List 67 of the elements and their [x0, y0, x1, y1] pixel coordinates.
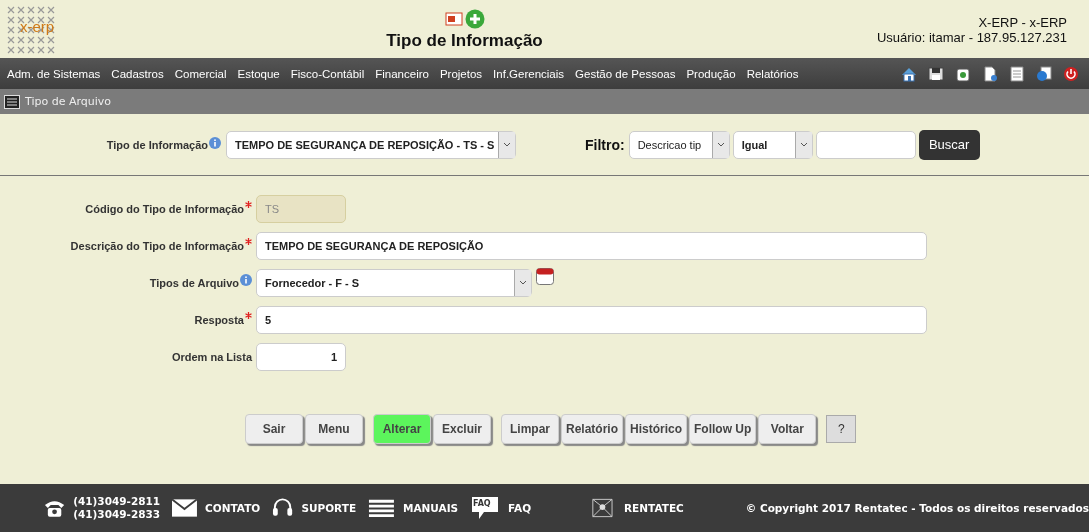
calendar-icon[interactable]	[536, 267, 554, 285]
help-button[interactable]: ?	[826, 415, 857, 443]
chevron-icon	[503, 141, 511, 148]
chevron-icon	[716, 141, 725, 148]
action-button[interactable]: Alterar	[373, 414, 431, 444]
menu-item[interactable]: Produção	[686, 67, 736, 80]
field-label: Tipo de Informação	[106, 138, 208, 151]
breadcrumb-title: Tipo de Arquivo	[25, 95, 111, 108]
menu-item[interactable]: Adm. de Sistemas	[7, 67, 101, 80]
action-button[interactable]: Menu	[305, 414, 363, 444]
info-icon	[209, 137, 221, 149]
film-icon	[4, 94, 20, 109]
action-button[interactable]: Voltar	[758, 414, 817, 444]
chevron-icon	[799, 141, 808, 148]
menu-item[interactable]: Gestão de Pessoas	[575, 67, 676, 80]
books-icon[interactable]	[368, 498, 395, 518]
user-info: Usuário: itamar - 187.95.127.231	[876, 30, 1067, 45]
chevron-icon	[519, 280, 527, 286]
menu-item[interactable]: Fisco-Contábil	[290, 67, 365, 80]
select-field[interactable]: Fornecedor - F - S	[256, 269, 532, 297]
menu-item[interactable]: Inf.Gerenciais	[493, 67, 565, 80]
action-button[interactable]: Histórico	[625, 414, 688, 444]
field-label: Ordem na Lista	[171, 351, 252, 363]
input-field[interactable]	[815, 130, 916, 159]
logo: x-erp	[2, 1, 62, 57]
select-field[interactable]: Descricao tip	[628, 130, 730, 159]
menu-item[interactable]: Estoque	[237, 67, 280, 80]
headset-icon[interactable]	[272, 497, 294, 519]
field-label: Descrição do Tipo de Informação	[70, 240, 244, 252]
menu-item[interactable]: Relatórios	[746, 67, 799, 80]
select-field[interactable]: Igual	[732, 130, 813, 159]
search-button[interactable]: Buscar	[918, 129, 980, 160]
document-icon[interactable]	[1008, 64, 1026, 83]
power-icon[interactable]	[1062, 64, 1080, 83]
action-button[interactable]: Excluir	[433, 414, 491, 444]
system-name: X-ERP - x-ERP	[978, 15, 1067, 30]
input-field[interactable]: TEMPO DE SEGURANÇA DE REPOSIÇÃO	[256, 232, 927, 260]
action-button[interactable]: Relatório	[561, 414, 623, 444]
phone-number: (41)3049-2811	[73, 495, 161, 508]
action-button[interactable]: Sair	[245, 414, 303, 444]
slides-icon[interactable]	[444, 11, 463, 27]
support-link[interactable]: SUPORTE	[301, 502, 357, 514]
page-title: Tipo de Informação	[386, 31, 543, 51]
field-label: Tipos de Arquivo	[149, 277, 239, 289]
action-button[interactable]: Limpar	[501, 414, 559, 444]
menu-item[interactable]: Cadastros	[111, 67, 164, 80]
faq-link[interactable]: FAQ	[508, 502, 532, 514]
menu-item[interactable]: Financeiro	[375, 67, 429, 80]
action-button[interactable]: Follow Up	[689, 414, 757, 444]
phone-number: (41)3049-2833	[73, 508, 161, 521]
contact-link[interactable]: CONTATO	[205, 502, 261, 514]
menu-item[interactable]: Projetos	[439, 67, 483, 80]
envelope-icon[interactable]	[172, 499, 198, 517]
select-field[interactable]: TEMPO DE SEGURANÇA DE REPOSIÇÃO - TS - S	[226, 130, 516, 159]
menu-item[interactable]: Comercial	[174, 67, 227, 80]
field-label: Resposta	[194, 314, 244, 326]
manuals-link[interactable]: MANUAIS	[402, 502, 459, 514]
filter-label: Filtro:	[585, 136, 625, 153]
input-field[interactable]: 1	[256, 343, 346, 371]
add-icon[interactable]	[464, 9, 485, 29]
faq-icon[interactable]: FAQ	[470, 496, 501, 520]
input-field[interactable]: 5	[256, 306, 927, 334]
field-label: Código do Tipo de Informação	[85, 203, 244, 215]
company-link[interactable]: RENTATEC	[624, 502, 684, 514]
document-icon[interactable]	[981, 64, 999, 83]
copyright-text: © Copyright 2017 Rentatec - Todos os direitos reservados	[745, 502, 1089, 514]
telephone-icon	[44, 498, 66, 518]
